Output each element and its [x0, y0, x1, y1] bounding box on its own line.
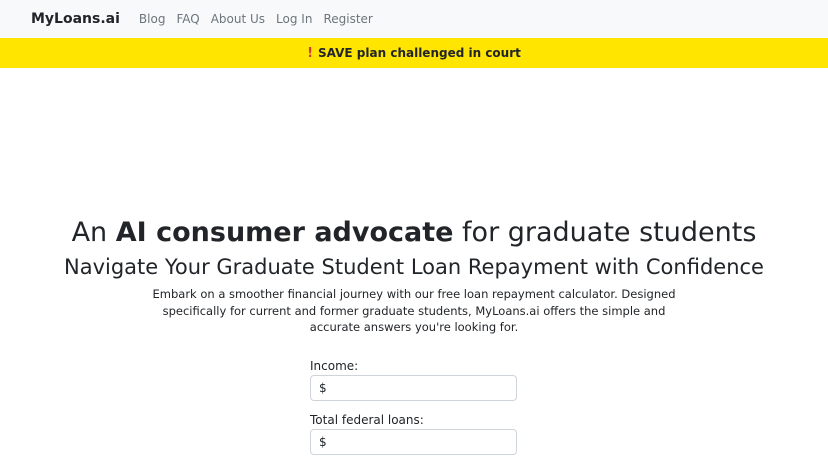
exclamation-icon: !: [307, 45, 314, 61]
income-input[interactable]: $: [310, 375, 517, 401]
headline-prefix: An: [71, 217, 116, 248]
nav-link-about-us[interactable]: About Us: [211, 12, 265, 26]
loans-input[interactable]: $: [310, 429, 517, 455]
loans-field-group: Total federal loans: $: [310, 413, 517, 455]
nav-link-log-in[interactable]: Log In: [276, 12, 312, 26]
brand-logo[interactable]: MyLoans.ai: [31, 11, 120, 27]
income-label: Income:: [310, 359, 359, 373]
announcement-banner[interactable]: ! SAVE plan challenged in court: [0, 38, 828, 68]
nav-link-blog[interactable]: Blog: [139, 12, 166, 26]
headline-emphasis: AI consumer advocate: [115, 217, 454, 248]
headline-suffix: for graduate students: [453, 217, 757, 248]
loans-label: Total federal loans:: [310, 413, 424, 427]
nav-link-register[interactable]: Register: [323, 12, 372, 26]
nav-links: Blog FAQ About Us Log In Register: [139, 12, 384, 26]
income-field-group: Income: $: [310, 359, 517, 401]
page-headline: An AI consumer advocate for graduate stu…: [0, 214, 828, 252]
top-navbar: MyLoans.ai Blog FAQ About Us Log In Regi…: [0, 0, 828, 38]
intro-paragraph: Embark on a smoother financial journey w…: [152, 287, 676, 334]
banner-text: SAVE plan challenged in court: [318, 46, 521, 60]
hero-section: An AI consumer advocate for graduate stu…: [0, 214, 828, 336]
nav-link-faq[interactable]: FAQ: [176, 12, 199, 26]
income-currency-prefix: $: [319, 381, 327, 395]
page-subheadline: Navigate Your Graduate Student Loan Repa…: [64, 255, 764, 279]
loans-currency-prefix: $: [319, 435, 327, 449]
